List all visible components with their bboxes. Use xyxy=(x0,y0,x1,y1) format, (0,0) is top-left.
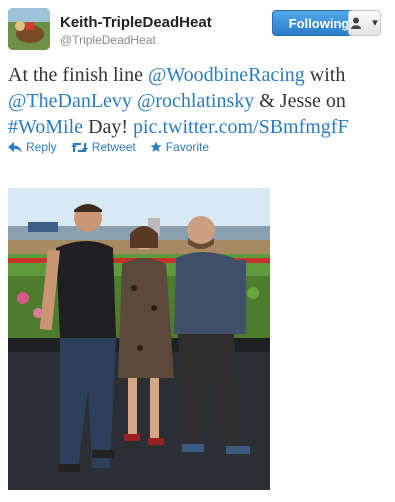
avatar-image xyxy=(8,8,50,50)
photo-image xyxy=(8,188,270,490)
avatar[interactable] xyxy=(8,8,50,50)
reply-action[interactable]: Reply xyxy=(8,140,57,154)
reply-icon xyxy=(8,141,22,153)
hashtag-link[interactable]: #WoMile xyxy=(8,116,83,138)
pic-link[interactable]: pic.twitter.com/SBmfmgfF xyxy=(133,116,349,138)
retweet-label[interactable]: Retweet xyxy=(92,140,136,154)
tweet-header: Keith-TripleDeadHeat @TripleDeadHeat Fol… xyxy=(8,8,387,52)
tweet-actions: Reply Retweet Favorite xyxy=(8,140,209,154)
screen-name[interactable]: @TripleDeadHeat xyxy=(60,32,212,48)
user-icon xyxy=(351,17,372,30)
mention-link[interactable]: @rochlatinsky xyxy=(137,90,254,112)
display-name[interactable]: Keith-TripleDeadHeat xyxy=(60,14,212,32)
user-actions-button[interactable]: ▾ xyxy=(348,10,381,36)
favorite-label[interactable]: Favorite xyxy=(166,140,209,154)
tweet-text-segment: & Jesse on xyxy=(254,90,346,112)
tweet-text: At the finish line @WoodbineRacing with … xyxy=(8,62,388,140)
star-icon xyxy=(150,141,162,153)
tweet-text-segment: At the finish line xyxy=(8,64,148,86)
retweet-icon xyxy=(70,142,88,153)
tweet-text-segment: with xyxy=(304,64,346,86)
mention-link[interactable]: @WoodbineRacing xyxy=(148,64,305,86)
tweet-text-segment: Day! xyxy=(83,116,134,138)
chevron-down-icon: ▾ xyxy=(372,17,378,29)
tweet-photo[interactable] xyxy=(8,188,270,490)
favorite-action[interactable]: Favorite xyxy=(150,140,209,154)
mention-link[interactable]: @TheDanLevy xyxy=(8,90,132,112)
retweet-action[interactable]: Retweet xyxy=(70,140,136,154)
reply-label[interactable]: Reply xyxy=(26,140,57,154)
